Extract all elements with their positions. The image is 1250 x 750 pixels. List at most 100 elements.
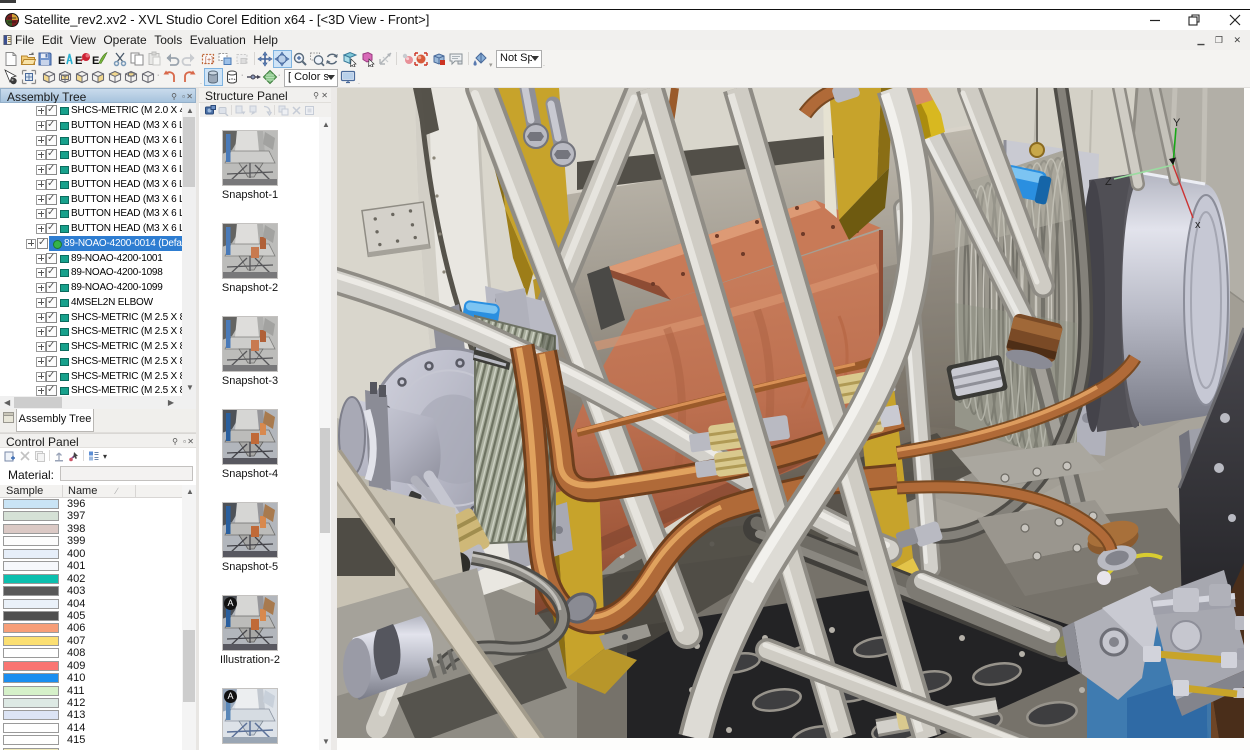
view-top-button[interactable] — [107, 69, 124, 85]
material-row[interactable]: 412 — [0, 697, 182, 709]
snapshot-thumbnail[interactable] — [222, 409, 278, 465]
mdi-window-controls[interactable]: ▁ ❐ ✕ — [1197, 35, 1245, 46]
material-input[interactable] — [60, 466, 193, 481]
tree-checkbox[interactable] — [46, 223, 57, 234]
scrollbar-thumb[interactable] — [320, 428, 330, 533]
orbit-button[interactable] — [274, 51, 291, 67]
tree-checkbox[interactable] — [46, 179, 57, 190]
tree-expander[interactable] — [36, 254, 46, 264]
scrollbar-arrow-icon[interactable]: ▲ — [322, 121, 330, 129]
redo-button[interactable] — [181, 51, 198, 67]
view-front-button[interactable] — [123, 69, 140, 85]
tree-expander[interactable] — [36, 313, 46, 323]
menu-item[interactable]: Edit — [42, 33, 63, 47]
select-rect-button[interactable]: [+] — [200, 51, 217, 67]
add-material-icon[interactable] — [4, 450, 16, 462]
view-bottom-button[interactable] — [140, 69, 157, 85]
tree-checkbox[interactable] — [46, 371, 57, 382]
tree-item[interactable]: SHCS-METRIC (M 2.0 X 4 — [0, 103, 182, 118]
list-view-icon[interactable] — [88, 450, 100, 462]
tree-expander[interactable] — [36, 195, 46, 205]
material-row[interactable]: 401 — [0, 560, 182, 572]
tree-expander[interactable] — [36, 209, 46, 219]
snapshot-item[interactable]: A Illustration-2 — [199, 595, 319, 688]
select-part-button[interactable] — [360, 51, 377, 67]
snapshot-item[interactable]: A Snapshot-2 — [199, 223, 319, 316]
tree-item[interactable]: BUTTON HEAD (M3 X 6 L( — [0, 206, 182, 221]
scene-3d[interactable]: Y Z x — [337, 88, 1244, 738]
material-row[interactable]: 405 — [0, 610, 182, 622]
tree-expander[interactable] — [26, 239, 36, 249]
rotate-view-button[interactable] — [324, 51, 341, 67]
tree-expander[interactable] — [36, 357, 46, 367]
tree-item[interactable]: SHCS-METRIC (M 2.5 X 8 — [0, 310, 182, 325]
tree-item[interactable]: BUTTON HEAD (M3 X 6 L( — [0, 118, 182, 133]
restore-button[interactable] — [1187, 13, 1201, 27]
zoom-button[interactable] — [292, 51, 309, 67]
scrollbar-arrow-icon[interactable]: ▼ — [186, 384, 194, 392]
snapshot-item[interactable]: A — [199, 688, 319, 750]
material-row[interactable]: 414 — [0, 722, 182, 734]
highlight-sphere-button[interactable] — [413, 51, 430, 67]
material-row[interactable]: 399 — [0, 535, 182, 547]
tree-expander[interactable] — [36, 342, 46, 352]
material-row[interactable]: 410 — [0, 672, 182, 684]
snapshot-thumbnail[interactable] — [222, 502, 278, 558]
pin-icon[interactable]: ⚲ — [172, 437, 178, 446]
render-mode-combo[interactable]: Not Sp — [496, 50, 542, 68]
duplicate-icon[interactable] — [278, 105, 289, 116]
tree-checkbox[interactable] — [46, 356, 57, 367]
tree-vscrollbar[interactable]: ▲ ▼ — [182, 103, 196, 396]
part-cube-button[interactable] — [431, 51, 448, 67]
update-snapshot-icon[interactable] — [218, 105, 229, 116]
material-row[interactable]: 398 — [0, 523, 182, 535]
material-row[interactable]: 396 — [0, 498, 182, 510]
new-file-button[interactable] — [3, 51, 20, 67]
section-button[interactable] — [262, 69, 279, 85]
measure-button[interactable] — [378, 51, 395, 67]
tab-assembly-tree[interactable]: Assembly Tree — [16, 409, 94, 432]
small-sphere-button[interactable] — [400, 51, 414, 67]
tree-item[interactable]: 89-NOAO-4200-0014 (Defa — [0, 236, 182, 251]
tree-checkbox[interactable] — [46, 194, 57, 205]
move-up-icon[interactable] — [235, 105, 246, 116]
tree-checkbox[interactable] — [46, 149, 57, 160]
tree-item[interactable]: BUTTON HEAD (M3 X 6 L( — [0, 177, 182, 192]
material-row[interactable]: 413 — [0, 709, 182, 721]
tree-checkbox[interactable] — [46, 341, 57, 352]
delete-material-icon[interactable] — [19, 450, 31, 462]
undo-button[interactable] — [164, 51, 181, 67]
snapshot-thumbnail[interactable] — [222, 130, 278, 186]
tree-item[interactable]: SHCS-METRIC (M 2.5 X 8 — [0, 369, 182, 384]
menu-item[interactable]: View — [70, 33, 96, 47]
tree-expander[interactable] — [36, 283, 46, 293]
fit-view-button[interactable] — [342, 51, 359, 67]
snapshot-item[interactable]: A Snapshot-3 — [199, 316, 319, 409]
pin-icon[interactable]: ⚲ — [171, 92, 177, 101]
menu-item[interactable]: Help — [253, 33, 278, 47]
snapshot-item[interactable]: A Snapshot-1 — [199, 130, 319, 223]
material-row[interactable]: 406 — [0, 622, 182, 634]
menu-item[interactable]: File — [15, 33, 34, 47]
tree-checkbox[interactable] — [46, 312, 57, 323]
tree-item[interactable]: 89-NOAO-4200-1001 — [0, 251, 182, 266]
pick-material-icon[interactable] — [68, 450, 80, 462]
view-left-button[interactable] — [74, 69, 91, 85]
snapshot-item[interactable]: A Snapshot-5 — [199, 502, 319, 595]
select-group-button[interactable] — [217, 51, 234, 67]
scrollbar-arrow-icon[interactable]: ▼ — [322, 738, 330, 746]
pin-icon[interactable]: ⚲ — [313, 91, 319, 100]
scrollbar-thumb[interactable] — [14, 397, 62, 408]
tree-item[interactable]: BUTTON HEAD (M3 X 6 L( — [0, 162, 182, 177]
material-row[interactable]: 404 — [0, 598, 182, 610]
material-row[interactable]: 407 — [0, 635, 182, 647]
paste-button[interactable] — [146, 51, 163, 67]
scrollbar-arrow-icon[interactable]: ▲ — [186, 107, 194, 115]
move-down-icon[interactable] — [248, 105, 259, 116]
tree-expander[interactable] — [36, 136, 46, 146]
tree-checkbox[interactable] — [46, 120, 57, 131]
add-snapshot-icon[interactable] — [205, 105, 216, 116]
tree-checkbox[interactable] — [37, 238, 48, 249]
tree-item[interactable]: 89-NOAO-4200-1098 — [0, 265, 182, 280]
minimize-button[interactable] — [1148, 13, 1162, 27]
